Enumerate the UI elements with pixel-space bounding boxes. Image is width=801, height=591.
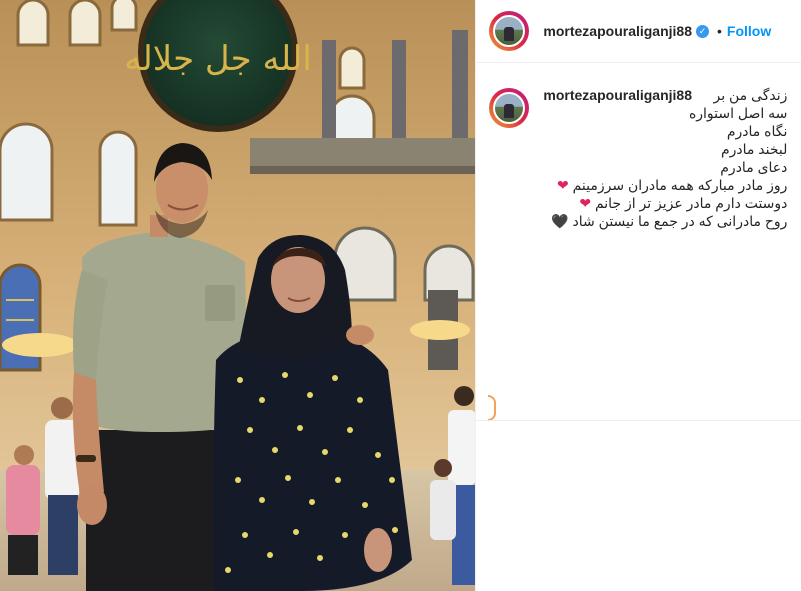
caption-line: دوستت دارم مادر عزیز تر از جانم ❤: [543, 194, 787, 212]
story-ring-fragment: [488, 395, 497, 421]
post-header: mortezapouraliganji88 ✓ • Follow: [476, 0, 801, 63]
separator-dot: •: [717, 23, 722, 39]
caption-line-text: روح مادرانی که در جمع ما نیستن شاد: [572, 213, 788, 229]
author-avatar[interactable]: [489, 11, 530, 51]
instagram-post: الله جل جلاله mortezapouraliganji88 ✓ • …: [0, 0, 801, 591]
caption-username[interactable]: mortezapouraliganji88: [543, 87, 692, 103]
caption-avatar[interactable]: [489, 88, 530, 128]
caption-line: نگاه مادرم: [726, 123, 788, 139]
caption-first-row: mortezapouraliganji88 زندگی من بر: [543, 86, 787, 104]
caption-line: لبخند مادرم: [720, 141, 788, 157]
red-heart-icon: ❤: [556, 177, 569, 193]
calligraphy-text: الله جل جلاله: [124, 39, 312, 79]
verified-badge-icon: ✓: [696, 24, 709, 38]
caption-line: سه اصل استواره: [688, 105, 788, 121]
caption-line: زندگی من بر: [713, 87, 788, 103]
caption-line-text: دوستت دارم مادر عزیز تر از جانم: [594, 195, 788, 211]
caption-line: دعای مادرم: [720, 159, 788, 175]
black-heart-icon: 🖤: [551, 213, 569, 229]
caption-line-text: روز مادر مبارکه همه مادران سرزمینم: [572, 177, 788, 193]
caption-line: روز مادر مبارکه همه مادران سرزمینم ❤: [543, 176, 787, 194]
post-side-panel: mortezapouraliganji88 ✓ • Follow morteza…: [475, 0, 801, 591]
post-photo[interactable]: الله جل جلاله: [0, 0, 476, 591]
follow-button[interactable]: Follow: [727, 23, 771, 39]
divider: [476, 420, 801, 421]
author-username[interactable]: mortezapouraliganji88: [543, 23, 692, 39]
caption: mortezapouraliganji88 زندگی من بر سه اصل…: [476, 63, 801, 230]
caption-body: mortezapouraliganji88 زندگی من بر سه اصل…: [543, 86, 787, 230]
lower-section: [476, 420, 801, 421]
caption-line: روح مادرانی که در جمع ما نیستن شاد 🖤: [543, 212, 787, 230]
red-heart-icon: ❤: [579, 195, 592, 211]
